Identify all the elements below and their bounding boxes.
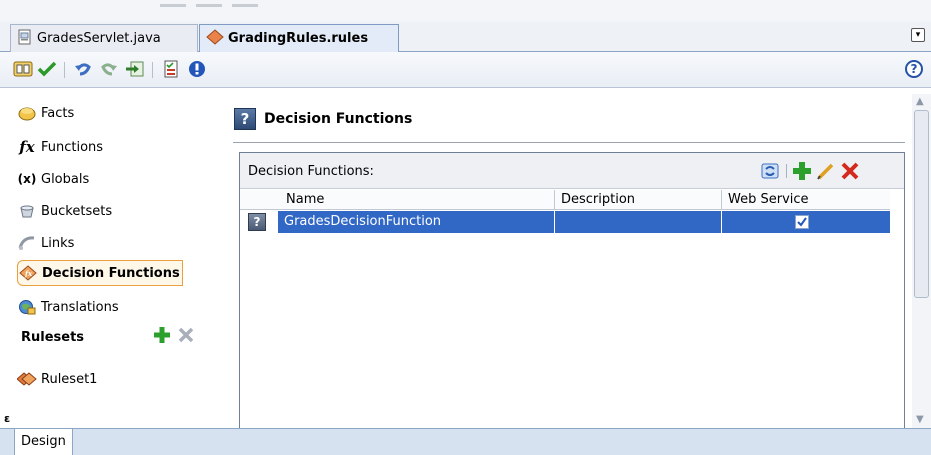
title-divider <box>233 142 905 143</box>
delete-icon <box>841 162 859 180</box>
ruleset-icon <box>17 370 37 388</box>
add-icon <box>154 327 170 343</box>
pencil-icon <box>817 163 834 180</box>
validate-check-icon[interactable] <box>36 58 58 80</box>
bucketsets-icon <box>17 202 37 220</box>
sidebar-item-functions[interactable]: fx Functions <box>17 134 103 160</box>
decision-function-icon: ? <box>248 213 266 231</box>
column-header-description[interactable]: Description <box>561 192 635 207</box>
decision-functions-panel: Decision Functions: Name Description Web <box>239 152 905 428</box>
delete-icon <box>178 327 194 343</box>
toolbar-separator <box>64 62 65 78</box>
refresh-icon[interactable] <box>760 161 780 181</box>
sidebar-item-label: Functions <box>41 139 104 155</box>
rulesets-header: Rulesets <box>21 330 85 345</box>
delete-decision-function-button[interactable] <box>840 161 860 181</box>
dictionary-icon[interactable] <box>12 58 34 80</box>
add-icon <box>793 162 811 180</box>
editor-tab-bar: GradesServlet.java GradingRules.rules ▾ <box>0 22 931 52</box>
decision-functions-icon: fx <box>18 264 38 282</box>
help-icon[interactable]: ? <box>905 60 923 78</box>
java-file-icon <box>17 29 33 49</box>
translations-icon <box>17 298 37 316</box>
rules-file-icon <box>206 28 224 49</box>
page-title-text: Decision Functions <box>264 111 413 127</box>
rules-navigator: Facts fx Functions (x) Globals Bucketset… <box>17 94 213 428</box>
sidebar-item-ruleset1[interactable]: Ruleset1 <box>17 366 97 392</box>
function-icon: fx <box>19 138 35 156</box>
page-title: ? Decision Functions <box>234 108 412 130</box>
tab-design[interactable]: Design <box>14 429 73 455</box>
editor-bottom-tabs: Design <box>0 428 931 455</box>
add-ruleset-button[interactable] <box>153 326 171 348</box>
sidebar-item-label: Bucketsets <box>41 203 113 219</box>
column-header-web-service[interactable]: Web Service <box>728 192 809 207</box>
sidebar-item-label: Translations <box>41 299 119 315</box>
tab-grades-servlet[interactable]: GradesServlet.java <box>10 24 198 52</box>
panel-header: Decision Functions: <box>240 153 904 189</box>
grip-handle <box>160 4 186 7</box>
scroll-up-icon[interactable]: ▲ <box>916 96 924 107</box>
links-icon <box>17 234 37 252</box>
sidebar-item-links[interactable]: Links <box>17 230 74 256</box>
decision-function-icon: ? <box>234 108 256 130</box>
sidebar-item-facts[interactable]: Facts <box>17 100 74 126</box>
edit-decision-function-button[interactable] <box>816 161 836 181</box>
rules-toolbar: ? <box>0 52 931 88</box>
tab-grading-rules[interactable]: GradingRules.rules <box>199 24 399 52</box>
delete-ruleset-button[interactable] <box>177 326 195 348</box>
add-decision-function-button[interactable] <box>792 161 812 181</box>
tab-label: GradesServlet.java <box>37 31 161 46</box>
info-icon[interactable] <box>186 58 208 80</box>
sidebar-item-translations[interactable]: Translations <box>17 294 119 320</box>
column-header-name[interactable]: Name <box>286 192 324 207</box>
sidebar-item-label: Facts <box>41 105 75 121</box>
decision-functions-editor: ? Decision Functions Decision Functions:… <box>225 94 911 428</box>
window-top-strip <box>0 0 931 22</box>
facts-icon <box>17 104 37 122</box>
cell-divider <box>554 211 555 233</box>
grip-handle <box>232 4 258 7</box>
scrollbar-thumb[interactable] <box>914 110 929 298</box>
svg-text:fx: fx <box>24 269 33 278</box>
checkmark-icon <box>797 217 807 227</box>
redo-icon[interactable] <box>98 58 120 80</box>
sidebar-item-label: Decision Functions <box>42 265 180 281</box>
globals-icon: (x) <box>17 172 37 186</box>
tab-list-dropdown-button[interactable]: ▾ <box>911 28 925 42</box>
web-service-checkbox[interactable] <box>795 215 809 229</box>
sidebar-item-label: Globals <box>41 171 90 187</box>
sidebar-item-label: Ruleset1 <box>41 371 98 387</box>
import-icon[interactable] <box>124 58 146 80</box>
grip-handle <box>196 4 222 7</box>
column-divider <box>721 190 722 210</box>
panel-toolbar-separator <box>786 164 787 178</box>
table-header: Name Description Web Service <box>240 190 890 210</box>
sidebar-item-label: Links <box>41 235 75 251</box>
sidebar-item-bucketsets[interactable]: Bucketsets <box>17 198 112 224</box>
panel-label: Decision Functions: <box>248 164 374 179</box>
cell-divider <box>721 211 722 233</box>
tab-label: GradingRules.rules <box>228 31 369 46</box>
table-row[interactable]: ? GradesDecisionFunction <box>240 211 890 233</box>
column-divider <box>554 190 555 210</box>
undo-icon[interactable] <box>72 58 94 80</box>
vertical-scrollbar[interactable]: ▲ ▼ <box>912 94 931 428</box>
report-icon[interactable] <box>160 58 182 80</box>
sidebar-item-decision-functions[interactable]: fx Decision Functions <box>17 260 183 286</box>
toolbar-separator <box>152 62 153 78</box>
collapse-navigator-icon[interactable]: ɛ <box>4 412 10 425</box>
scroll-down-icon[interactable]: ▼ <box>916 414 924 425</box>
sidebar-item-globals[interactable]: (x) Globals <box>17 166 90 192</box>
row-name-cell[interactable]: GradesDecisionFunction <box>284 214 441 229</box>
